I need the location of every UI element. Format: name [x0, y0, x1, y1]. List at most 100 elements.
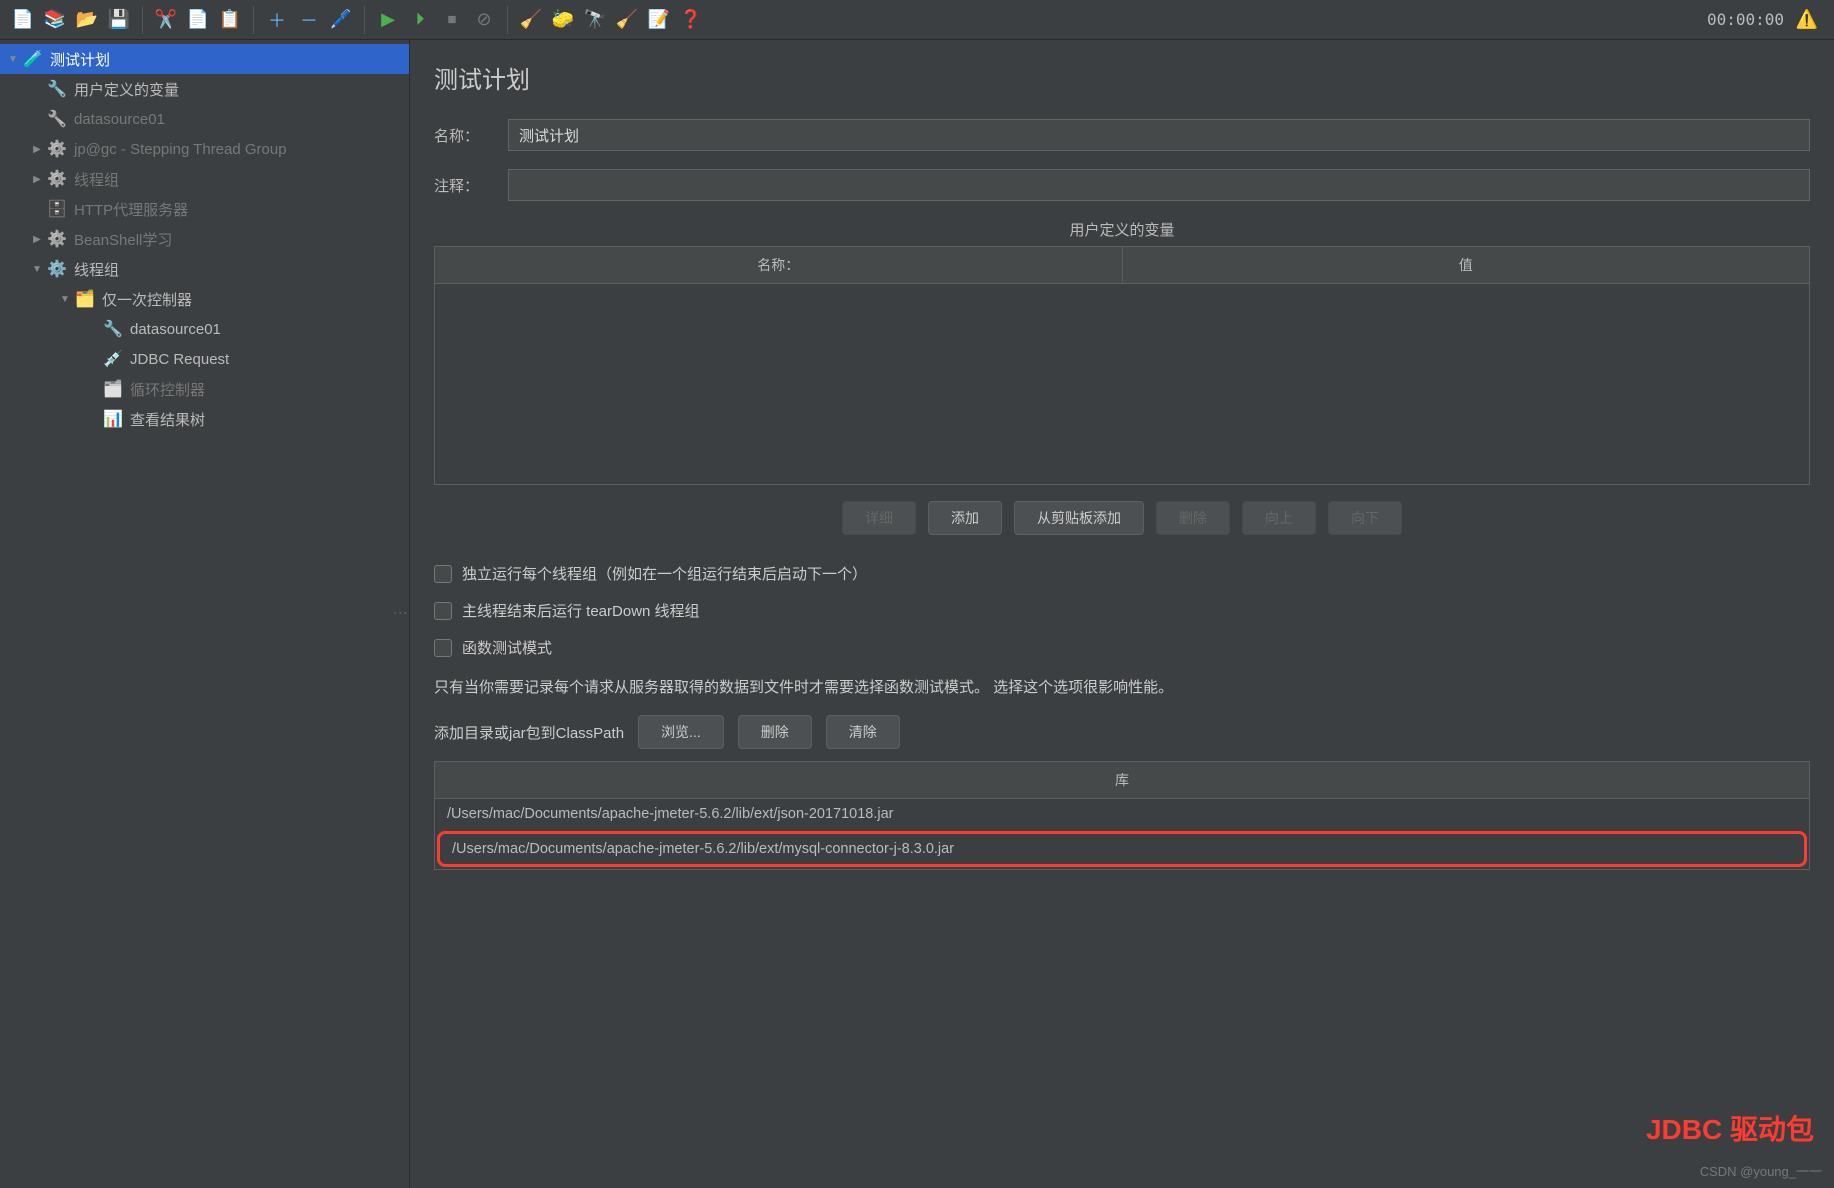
warning-icon[interactable]: ⚠️	[1792, 5, 1822, 35]
server-icon: 🗄️	[46, 198, 68, 220]
clear-button[interactable]: 清除	[826, 715, 900, 749]
chevron-down-icon[interactable]: ▼	[56, 290, 74, 308]
expand-icon[interactable]: ＋	[262, 5, 292, 35]
tree-label: 测试计划	[50, 49, 110, 70]
lib-row[interactable]: /Users/mac/Documents/apache-jmeter-5.6.2…	[435, 799, 1809, 829]
vars-table: 名称： 值	[434, 246, 1810, 485]
wrench-icon: 🔧	[102, 318, 124, 340]
gear-icon: ⚙️	[46, 168, 68, 190]
classpath-label: 添加目录或jar包到ClassPath	[434, 722, 624, 743]
tree-item-datasource[interactable]: 🔧 datasource01	[0, 104, 409, 134]
templates-icon[interactable]: 📚	[40, 5, 70, 35]
functest-label: 函数测试模式	[462, 637, 552, 658]
tree-label: 线程组	[74, 259, 119, 280]
detail-button: 详细	[842, 501, 916, 535]
tree-item-view-results[interactable]: 📊 查看结果树	[0, 404, 409, 434]
tree-item-thread-group-2[interactable]: ▼ ⚙️ 线程组	[0, 254, 409, 284]
tree-label: 用户定义的变量	[74, 79, 179, 100]
annotation-text: JDBC 驱动包	[1646, 1108, 1814, 1148]
results-tree-icon: 📊	[102, 408, 124, 430]
save-icon[interactable]: 💾	[104, 5, 134, 35]
lib-table: 库 /Users/mac/Documents/apache-jmeter-5.6…	[434, 761, 1810, 870]
add-button[interactable]: 添加	[928, 501, 1002, 535]
chevron-down-icon[interactable]: ▼	[28, 260, 46, 278]
controller-icon: 🗂️	[102, 378, 124, 400]
comment-label: 注释：	[434, 175, 494, 196]
tree-item-user-vars[interactable]: 🔧 用户定义的变量	[0, 74, 409, 104]
tree-label: datasource01	[74, 111, 165, 128]
vars-col-name[interactable]: 名称：	[435, 247, 1123, 283]
help-icon[interactable]: ❓	[676, 5, 706, 35]
delete-button: 删除	[1156, 501, 1230, 535]
chevron-right-icon[interactable]: ▶	[28, 140, 46, 158]
tree-root[interactable]: ▼ 🧪 测试计划	[0, 44, 409, 74]
collapse-icon[interactable]: －	[294, 5, 324, 35]
independent-label: 独立运行每个线程组（例如在一个组运行结束后启动下一个）	[462, 563, 867, 584]
reset-search-icon[interactable]: 🧹	[612, 5, 642, 35]
comment-input[interactable]	[508, 169, 1810, 201]
shutdown-icon[interactable]: ⊘	[469, 5, 499, 35]
start-no-pause-icon[interactable]: ⏵	[405, 5, 435, 35]
name-input[interactable]	[508, 119, 1810, 151]
gear-icon: ⚙️	[46, 228, 68, 250]
functest-checkbox[interactable]	[434, 639, 452, 657]
controller-icon: 🗂️	[74, 288, 96, 310]
search-icon[interactable]: 🔭	[580, 5, 610, 35]
tree-label: HTTP代理服务器	[74, 199, 188, 220]
toggle-icon[interactable]: 🖊️	[326, 5, 356, 35]
timer: 00:00:00	[1707, 10, 1784, 29]
copy-icon[interactable]: 📄	[183, 5, 213, 35]
chevron-right-icon[interactable]: ▶	[28, 170, 46, 188]
tree-label: jp@gc - Stepping Thread Group	[74, 141, 287, 158]
tree-label: BeanShell学习	[74, 229, 172, 250]
panel-title: 测试计划	[434, 60, 1810, 95]
tree-label: 线程组	[74, 169, 119, 190]
toolbar: 📄 📚 📂 💾 ✂️ 📄 📋 ＋ － 🖊️ ▶ ⏵ ⏹ ⊘ 🧹 🧽 �	[0, 0, 1834, 40]
cut-icon[interactable]: ✂️	[151, 5, 181, 35]
tree-item-http-proxy[interactable]: 🗄️ HTTP代理服务器	[0, 194, 409, 224]
paste-button[interactable]: 从剪贴板添加	[1014, 501, 1144, 535]
test-plan-tree[interactable]: ▼ 🧪 测试计划 🔧 用户定义的变量 🔧 datasource01 ▶ ⚙️ j…	[0, 40, 410, 1188]
functest-hint: 只有当你需要记录每个请求从服务器取得的数据到文件时才需要选择函数测试模式。 选择…	[434, 676, 1810, 697]
clear-icon[interactable]: 🧹	[516, 5, 546, 35]
tree-item-thread-group-1[interactable]: ▶ ⚙️ 线程组	[0, 164, 409, 194]
paste-icon[interactable]: 📋	[215, 5, 245, 35]
start-icon[interactable]: ▶	[373, 5, 403, 35]
splitter-handle[interactable]: ⋮	[393, 606, 409, 622]
function-helper-icon[interactable]: 📝	[644, 5, 674, 35]
vars-body[interactable]	[435, 284, 1809, 484]
clear-all-icon[interactable]: 🧽	[548, 5, 578, 35]
gear-icon: ⚙️	[46, 258, 68, 280]
name-label: 名称：	[434, 125, 494, 146]
lib-row-highlighted[interactable]: /Users/mac/Documents/apache-jmeter-5.6.2…	[437, 831, 1807, 867]
vars-col-value[interactable]: 值	[1123, 247, 1810, 283]
flask-icon: 🧪	[22, 48, 44, 70]
new-icon[interactable]: 📄	[8, 5, 38, 35]
tree-label: JDBC Request	[130, 351, 229, 368]
teardown-label: 主线程结束后运行 tearDown 线程组	[462, 600, 700, 621]
up-button: 向上	[1242, 501, 1316, 535]
tree-item-stepping-group[interactable]: ▶ ⚙️ jp@gc - Stepping Thread Group	[0, 134, 409, 164]
tree-item-jdbc-request[interactable]: 💉 JDBC Request	[0, 344, 409, 374]
down-button: 向下	[1328, 501, 1402, 535]
lib-header[interactable]: 库	[435, 762, 1809, 799]
independent-checkbox[interactable]	[434, 565, 452, 583]
tree-item-loop-controller[interactable]: 🗂️ 循环控制器	[0, 374, 409, 404]
pipette-icon: 💉	[102, 348, 124, 370]
chevron-down-icon[interactable]: ▼	[4, 50, 22, 68]
cp-delete-button[interactable]: 删除	[738, 715, 812, 749]
tree-label: datasource01	[130, 321, 221, 338]
tree-item-once-controller[interactable]: ▼ 🗂️ 仅一次控制器	[0, 284, 409, 314]
stop-icon[interactable]: ⏹	[437, 5, 467, 35]
wrench-icon: 🔧	[46, 78, 68, 100]
open-icon[interactable]: 📂	[72, 5, 102, 35]
vars-section-header: 用户定义的变量	[434, 219, 1810, 240]
teardown-checkbox[interactable]	[434, 602, 452, 620]
browse-button[interactable]: 浏览...	[638, 715, 724, 749]
tree-label: 仅一次控制器	[102, 289, 192, 310]
watermark: CSDN @young_一一	[1700, 1161, 1822, 1180]
content-panel: 测试计划 名称： 注释： 用户定义的变量 名称： 值 详细 添加 从剪贴板	[410, 40, 1834, 1188]
tree-item-beanshell[interactable]: ▶ ⚙️ BeanShell学习	[0, 224, 409, 254]
chevron-right-icon[interactable]: ▶	[28, 230, 46, 248]
tree-item-datasource01[interactable]: 🔧 datasource01	[0, 314, 409, 344]
